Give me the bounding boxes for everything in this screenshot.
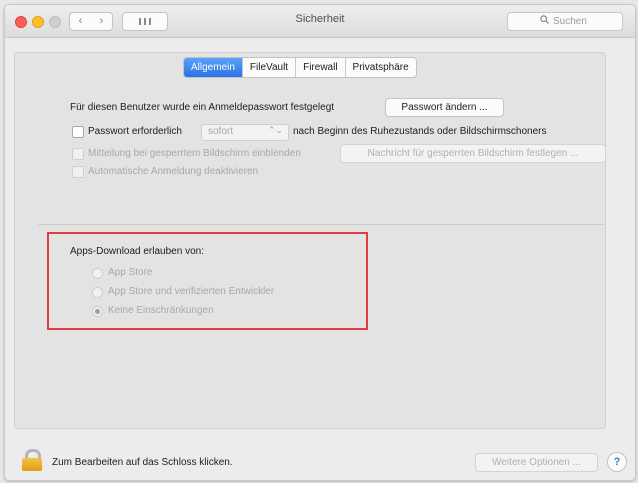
section-divider	[38, 224, 604, 225]
show-message-label: Mitteilung bei gesperrtem Bildschirm ein…	[88, 148, 301, 159]
require-password-delay-select[interactable]: sofort ⌃⌄	[201, 124, 289, 141]
disable-auto-login-checkbox[interactable]	[72, 166, 84, 178]
title-bar: ‹ › Sicherheit Suchen	[5, 5, 635, 38]
show-message-checkbox[interactable]	[72, 148, 84, 160]
radio-app-store-verified-label: App Store und verifizierten Entwickler	[108, 286, 275, 297]
require-password-checkbox[interactable]	[72, 126, 84, 138]
login-password-text: Für diesen Benutzer wurde ein Anmeldepas…	[70, 102, 335, 113]
search-placeholder: Suchen	[553, 16, 587, 27]
change-password-button[interactable]: Passwort ändern ...	[385, 98, 504, 117]
radio-app-store-label: App Store	[108, 267, 153, 278]
magnifier-icon	[540, 15, 549, 27]
more-options-button[interactable]: Weitere Optionen ...	[475, 453, 598, 472]
lock-button[interactable]	[22, 449, 42, 471]
lock-icon	[22, 458, 42, 471]
radio-app-store[interactable]	[92, 268, 103, 279]
lock-hint-text: Zum Bearbeiten auf das Schloss klicken.	[52, 457, 233, 468]
chevron-updown-icon: ⌃⌄	[267, 125, 283, 135]
require-password-label: Passwort erforderlich	[88, 126, 182, 137]
tab-allgemein[interactable]: Allgemein	[184, 58, 243, 77]
require-password-delay-value: sofort	[208, 126, 234, 137]
tab-filevault[interactable]: FileVault	[243, 58, 297, 77]
apps-download-heading: Apps-Download erlauben von:	[70, 246, 204, 257]
search-input[interactable]: Suchen	[507, 12, 623, 31]
tab-bar: Allgemein FileVault Firewall Privatsphär…	[183, 57, 417, 78]
radio-app-store-verified[interactable]	[92, 287, 103, 298]
require-password-suffix: nach Beginn des Ruhezustands oder Bildsc…	[293, 126, 547, 137]
help-button[interactable]: ?	[607, 452, 627, 472]
disable-auto-login-label: Automatische Anmeldung deaktivieren	[88, 166, 259, 177]
radio-no-restrictions-label: Keine Einschränkungen	[108, 305, 214, 316]
tab-privatsphaere[interactable]: Privatsphäre	[346, 58, 416, 77]
tab-firewall[interactable]: Firewall	[296, 58, 346, 77]
set-lock-message-button[interactable]: Nachricht für gesperrten Bildschirm fest…	[340, 144, 606, 163]
radio-no-restrictions[interactable]	[92, 306, 103, 317]
